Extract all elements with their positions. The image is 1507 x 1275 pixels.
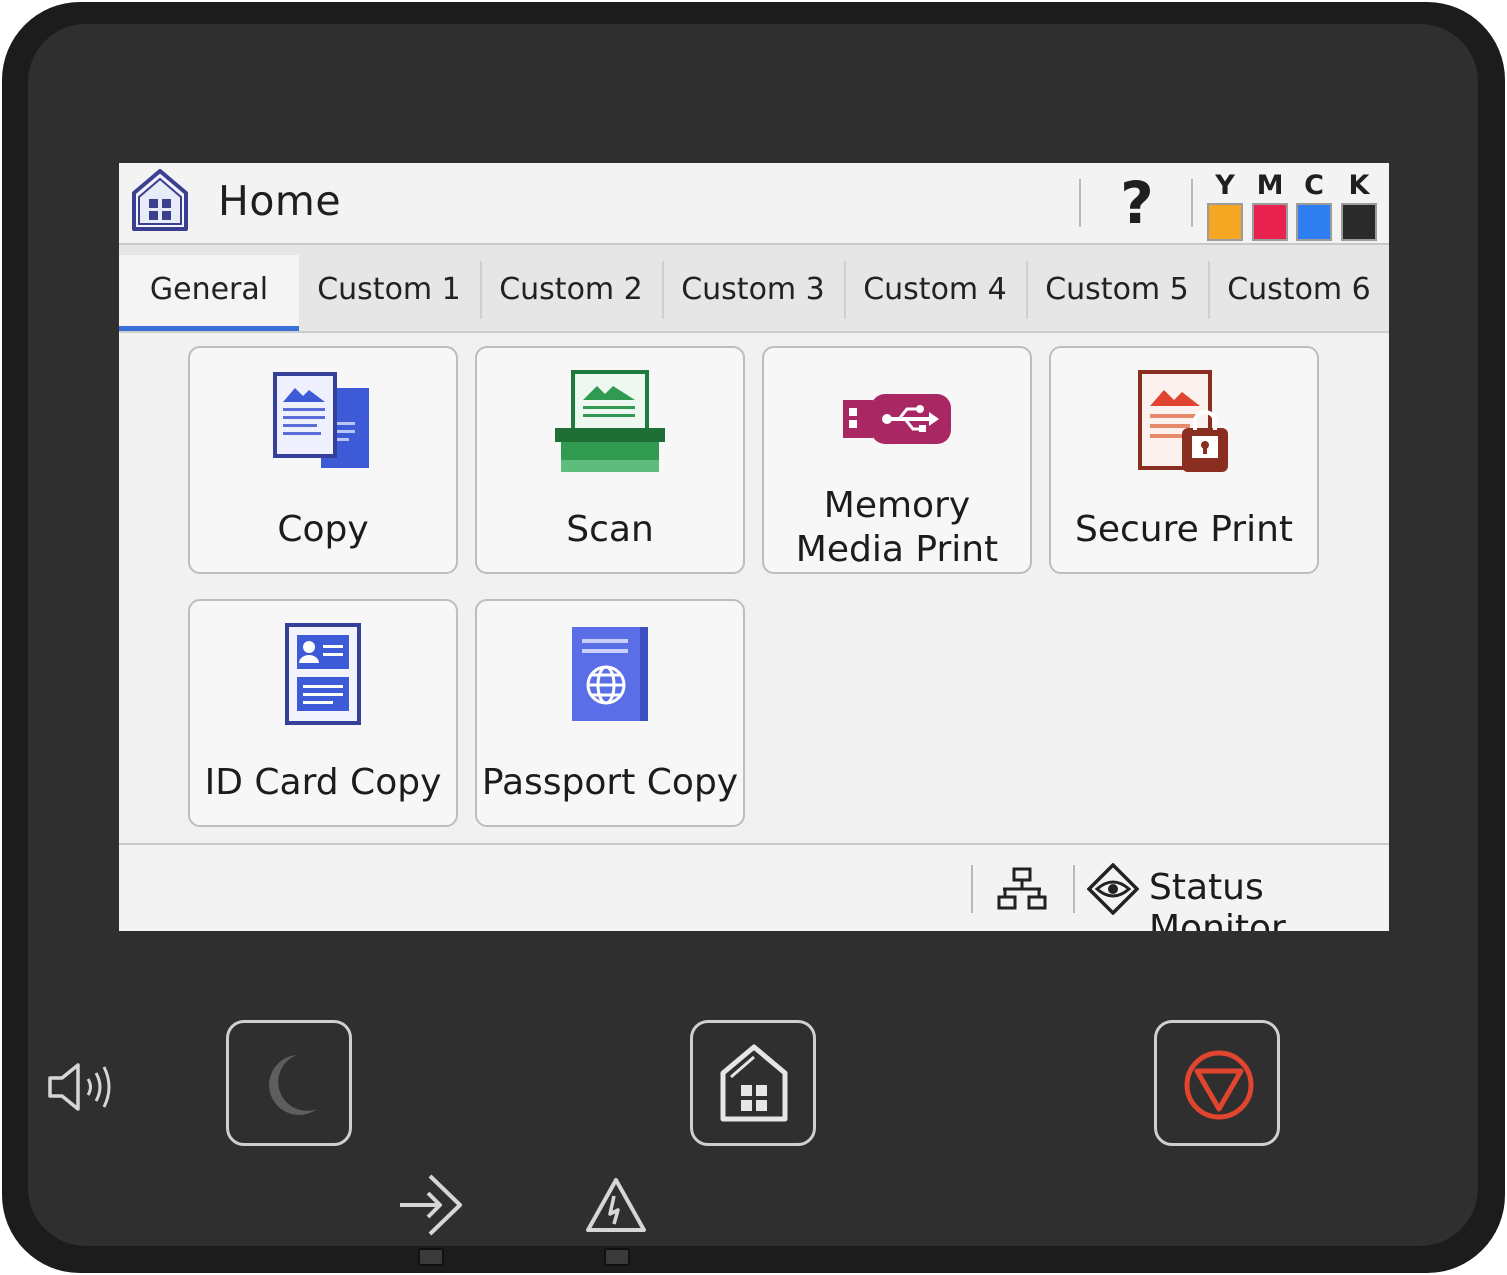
stop-button[interactable] xyxy=(1154,1020,1280,1146)
footer-divider xyxy=(1073,865,1075,913)
footer-divider xyxy=(971,865,973,913)
warning-icon xyxy=(586,1178,646,1232)
scan-button[interactable]: Scan xyxy=(475,346,745,574)
ink-level-cyan[interactable]: C xyxy=(1295,171,1333,241)
ink-level-yellow[interactable]: Y xyxy=(1206,171,1244,241)
id-card-icon xyxy=(285,623,361,725)
active-tab-indicator xyxy=(119,326,299,331)
passport-copy-label: Passport Copy xyxy=(481,762,739,803)
tab-general[interactable]: General xyxy=(119,255,299,331)
passport-copy-button[interactable]: Passport Copy xyxy=(475,599,745,827)
ink-swatch xyxy=(1341,203,1377,241)
moon-icon xyxy=(269,1055,317,1115)
header-divider xyxy=(1079,179,1081,227)
tab-custom-1[interactable]: Custom 1 xyxy=(299,255,479,329)
footer-bar: Status Monitor xyxy=(119,843,1389,931)
tab-custom-4[interactable]: Custom 4 xyxy=(845,255,1025,329)
tab-custom-5[interactable]: Custom 5 xyxy=(1027,255,1207,329)
id-card-copy-label: ID Card Copy xyxy=(204,762,442,803)
help-button[interactable]: ? xyxy=(1104,167,1170,239)
copy-button[interactable]: Copy xyxy=(188,346,458,574)
sleep-button[interactable] xyxy=(226,1020,352,1146)
status-monitor-button[interactable]: Status Monitor xyxy=(1149,867,1389,931)
ink-level-magenta[interactable]: M xyxy=(1251,171,1289,241)
ink-swatch xyxy=(1207,203,1243,241)
network-icon[interactable] xyxy=(997,867,1047,911)
id-card-copy-button[interactable]: ID Card Copy xyxy=(188,599,458,827)
stop-icon xyxy=(1184,1050,1254,1120)
secure-print-icon xyxy=(1138,370,1228,472)
tab-custom-6[interactable]: Custom 6 xyxy=(1209,255,1389,329)
ink-swatch xyxy=(1296,203,1332,241)
copy-icon xyxy=(273,372,369,468)
copy-label: Copy xyxy=(277,509,369,550)
home-hardware-button[interactable] xyxy=(690,1020,816,1146)
speaker-icon xyxy=(48,1063,111,1111)
home-icon xyxy=(720,1044,788,1122)
page-title: Home xyxy=(218,177,342,225)
usb-drive-icon xyxy=(843,394,951,444)
passport-icon xyxy=(572,627,648,721)
ink-level-black[interactable]: K xyxy=(1340,171,1378,241)
tab-bar: General Custom 1 Custom 2 Custom 3 Custo… xyxy=(119,245,1389,333)
memory-media-print-button[interactable]: Memory Media Print xyxy=(762,346,1032,574)
scan-label: Scan xyxy=(566,509,654,550)
tab-custom-2[interactable]: Custom 2 xyxy=(481,255,661,329)
eye-diamond-icon[interactable] xyxy=(1087,863,1139,915)
tab-custom-3[interactable]: Custom 3 xyxy=(663,255,843,329)
memory-media-print-label-line2: Media Print xyxy=(795,529,999,570)
secure-print-button[interactable]: Secure Print xyxy=(1049,346,1319,574)
home-screen-icon xyxy=(132,169,188,231)
data-indicator-icon xyxy=(400,1174,462,1236)
touch-screen: Home ? Y M C K General Custom 1 Custom 2 xyxy=(119,163,1389,931)
secure-print-label: Secure Print xyxy=(1074,509,1294,550)
scan-icon xyxy=(555,370,665,472)
ink-swatch xyxy=(1252,203,1288,241)
data-led xyxy=(418,1248,444,1266)
header-bar: Home ? Y M C K xyxy=(119,163,1389,245)
error-led xyxy=(604,1248,630,1266)
header-divider xyxy=(1191,179,1193,227)
memory-media-print-label-line1: Memory xyxy=(823,485,971,526)
